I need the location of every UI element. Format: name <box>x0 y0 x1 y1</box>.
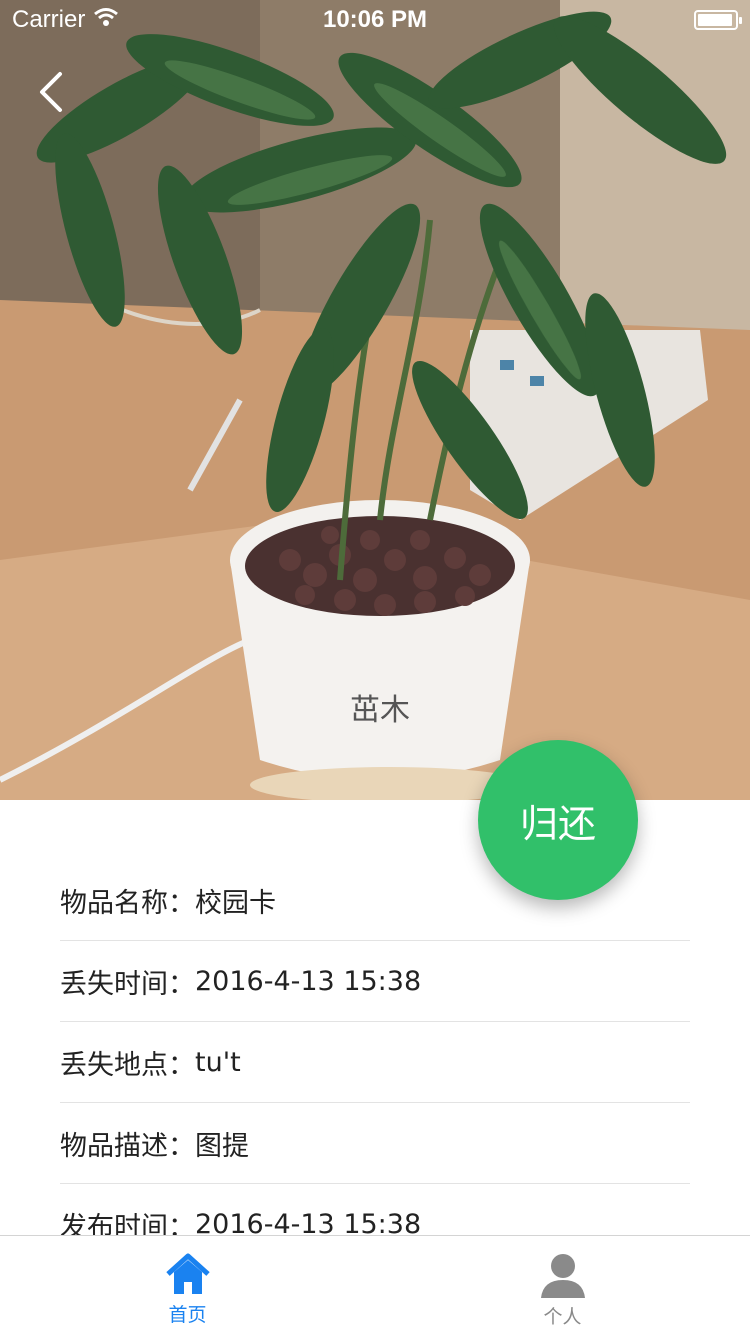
plant-photo-illustration: 茁木 <box>0 0 750 800</box>
detail-value: 图提 <box>195 1131 249 1162</box>
tab-home-label: 首页 <box>168 1304 207 1326</box>
battery-icon <box>694 10 742 30</box>
detail-value: 校园卡 <box>195 888 276 919</box>
detail-row: 丢失时间： 2016-4-13 15:38 <box>60 941 690 1022</box>
home-icon <box>165 1253 210 1294</box>
detail-label: 物品描述： <box>60 1131 195 1162</box>
detail-label: 物品名称： <box>60 888 195 919</box>
tab-profile[interactable]: 个人 <box>375 1236 750 1335</box>
detail-label: 丢失地点： <box>60 1050 195 1081</box>
status-bar: Carrier 10:06 PM <box>0 0 750 40</box>
person-icon <box>540 1254 585 1298</box>
detail-row: 物品名称： 校园卡 <box>60 860 690 941</box>
detail-row: 丢失地点： tu't <box>60 1022 690 1103</box>
chevron-left-icon <box>40 72 62 112</box>
tab-home[interactable]: 首页 <box>0 1236 375 1335</box>
item-photo: 茁木 <box>0 0 750 800</box>
back-button[interactable] <box>30 66 74 118</box>
tab-profile-label: 个人 <box>543 1306 582 1328</box>
detail-value: tu't <box>195 1047 241 1078</box>
battery-level <box>698 14 732 26</box>
pot-label: 茁木 <box>350 693 410 728</box>
tab-bar: 首页 个人 <box>0 1235 750 1335</box>
detail-label: 丢失时间： <box>60 969 195 1000</box>
item-details: 物品名称： 校园卡 丢失时间： 2016-4-13 15:38 丢失地点： tu't 物品描… <box>60 860 690 1265</box>
status-time: 10:06 PM <box>322 6 428 33</box>
detail-value: 2016-4-13 15:38 <box>195 966 422 997</box>
detail-row: 物品描述： 图提 <box>60 1103 690 1184</box>
